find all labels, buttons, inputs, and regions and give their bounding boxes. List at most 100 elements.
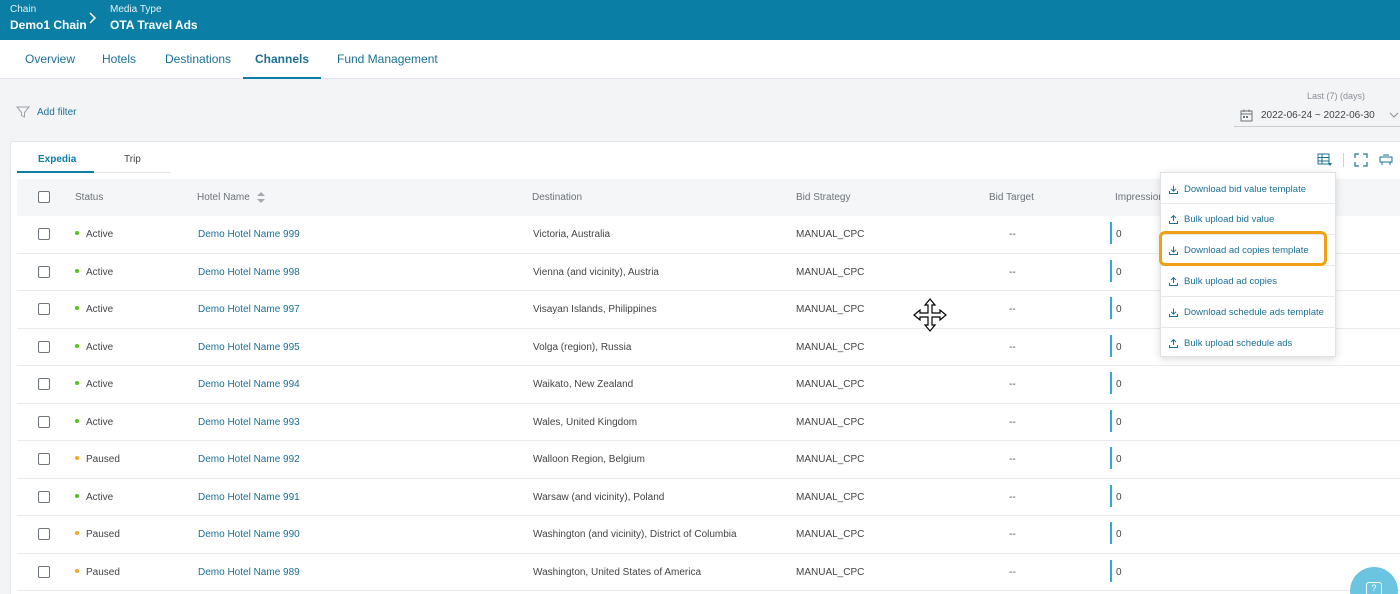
menu-download-schedule-ads-template[interactable]: Download schedule ads template [1161, 297, 1337, 327]
menu-bulk-upload-bid-value[interactable]: Bulk upload bid value [1161, 204, 1337, 234]
top-bar: Chain Demo1 Chain Media Type OTA Travel … [0, 0, 1400, 40]
table-row[interactable]: Paused Demo Hotel Name 990 Washington (and… [17, 516, 1400, 554]
status-label: Active [86, 379, 114, 390]
status-cell: Paused [75, 454, 120, 465]
upload-icon [1169, 338, 1178, 348]
table-row[interactable]: Active Demo Hotel Name 993 Wales, United K… [17, 404, 1400, 441]
status-dot [75, 418, 79, 423]
add-filter-button[interactable]: Add filter [16, 105, 76, 119]
highlight-outline [1159, 231, 1327, 266]
hotel-name-link[interactable]: Demo Hotel Name 991 [198, 492, 300, 503]
row-checkbox[interactable] [38, 340, 50, 353]
chevron-right-icon [89, 11, 97, 27]
row-checkbox[interactable] [38, 565, 50, 578]
bid-strategy-cell: MANUAL_CPC [796, 379, 865, 390]
bid-target-cell: -- [1009, 304, 1016, 315]
row-checkbox[interactable] [38, 453, 50, 465]
hotel-name-link[interactable]: Demo Hotel Name 993 [198, 417, 300, 428]
destination-cell: Vienna (and vicinity), Austria [533, 266, 659, 278]
menu-bulk-upload-ad-copies[interactable]: Bulk upload ad copies [1161, 266, 1337, 296]
row-checkbox[interactable] [38, 490, 50, 503]
hotel-name-link[interactable]: Demo Hotel Name 997 [198, 304, 300, 315]
status-dot [75, 456, 79, 461]
chevron-down-icon [1389, 110, 1399, 121]
add-filter-label: Add filter [37, 106, 77, 118]
bulk-actions-icon[interactable] [1379, 153, 1393, 167]
impressions-cell: 0 [1116, 304, 1122, 315]
menu-item-label: Download bid value template [1184, 183, 1306, 195]
select-all-checkbox[interactable] [38, 191, 50, 203]
tab-overview[interactable]: Overview [25, 40, 75, 79]
column-status: Status [75, 192, 104, 203]
tab-channels[interactable]: Channels [243, 40, 321, 79]
main-nav: Overview Hotels Destinations Channels Fu… [0, 40, 1400, 79]
bid-strategy-cell: MANUAL_CPC [796, 229, 865, 240]
impressions-cell: 0 [1116, 379, 1122, 390]
status-label: Paused [86, 454, 120, 465]
bid-target-cell: -- [1009, 379, 1016, 390]
status-cell: Active [75, 342, 113, 353]
row-checkbox[interactable] [38, 303, 50, 315]
hotel-name-link[interactable]: Demo Hotel Name 989 [198, 567, 300, 578]
status-dot [75, 306, 79, 311]
breadcrumb-chain-value[interactable]: Demo1 Chain [10, 17, 87, 33]
impressions-bar [1110, 222, 1112, 244]
tab-fund-management[interactable]: Fund Management [337, 40, 438, 79]
tab-trip[interactable]: Trip [124, 154, 141, 165]
status-cell: Active [75, 304, 113, 315]
hotel-name-link[interactable]: Demo Hotel Name 998 [198, 267, 300, 278]
tab-destinations[interactable]: Destinations [165, 40, 231, 79]
tab-expedia[interactable]: Expedia [38, 154, 76, 165]
tab-hotels[interactable]: Hotels [102, 40, 136, 79]
destination-cell: Victoria, Australia [533, 229, 611, 240]
impressions-bar [1110, 522, 1112, 544]
bid-target-cell: -- [1009, 491, 1016, 503]
bid-strategy-cell: MANUAL_CPC [796, 266, 865, 278]
table-row[interactable]: Paused Demo Hotel Name 992 Walloon Region,… [17, 441, 1400, 479]
status-cell: Active [75, 379, 113, 390]
breadcrumb-chain-label: Chain [10, 4, 37, 15]
destination-cell: Washington, United States of America [533, 566, 702, 578]
date-range-value: 2022-06-24 ~ 2022-06-30 [1261, 110, 1375, 121]
destination-cell: Visayan Islands, Philippines [533, 304, 657, 315]
table-row[interactable]: Paused Demo Hotel Name 989 Washington, Uni… [17, 554, 1400, 591]
hotel-name-link[interactable]: Demo Hotel Name 990 [198, 529, 300, 540]
hotel-name-link[interactable]: Demo Hotel Name 995 [198, 342, 300, 353]
hotel-name-link[interactable]: Demo Hotel Name 994 [198, 379, 300, 390]
impressions-bar [1110, 484, 1112, 507]
hotel-name-link[interactable]: Demo Hotel Name 992 [198, 454, 300, 465]
menu-download-bid-value-template[interactable]: Download bid value template [1161, 174, 1337, 204]
breadcrumb-media-type[interactable]: Media Type OTA Travel Ads [110, 4, 198, 33]
destination-cell: Walloon Region, Belgium [533, 454, 645, 465]
bid-strategy-cell: MANUAL_CPC [796, 491, 865, 503]
destination-cell: Waikato, New Zealand [533, 379, 634, 390]
breadcrumb-media-type-value[interactable]: OTA Travel Ads [110, 17, 198, 33]
row-checkbox[interactable] [38, 378, 50, 390]
breadcrumb-chain[interactable]: Chain Demo1 Chain [10, 4, 87, 33]
impressions-cell: 0 [1116, 454, 1122, 465]
status-dot [75, 231, 79, 236]
table-settings-icon[interactable] [1317, 153, 1333, 167]
status-dot [75, 268, 79, 273]
row-checkbox[interactable] [38, 528, 50, 540]
impressions-cell: 0 [1116, 266, 1122, 278]
impressions-cell: 0 [1116, 416, 1122, 428]
menu-bulk-upload-schedule-ads[interactable]: Bulk upload schedule ads [1161, 328, 1337, 358]
table-row[interactable]: Active Demo Hotel Name 994 Waikato, New Ze… [17, 366, 1400, 404]
impressions-cell: 0 [1116, 229, 1122, 240]
date-range-picker[interactable]: Last (7) (days) 2022-06-24 ~ 2022-06-30 [1234, 91, 1400, 127]
row-checkbox[interactable] [38, 228, 50, 240]
column-hotel-name[interactable]: Hotel Name [197, 192, 265, 203]
sort-icon[interactable] [256, 192, 265, 203]
table-row[interactable]: Active Demo Hotel Name 991 Warsaw (and vic… [17, 479, 1400, 516]
row-checkbox[interactable] [38, 415, 50, 428]
row-checkbox[interactable] [38, 265, 50, 278]
status-dot [75, 381, 79, 386]
impressions-bar [1110, 372, 1112, 394]
bid-strategy-cell: MANUAL_CPC [796, 566, 865, 578]
impressions-cell: 0 [1116, 491, 1122, 503]
fullscreen-icon[interactable] [1354, 153, 1368, 167]
bid-target-cell: -- [1009, 566, 1016, 578]
hotel-name-link[interactable]: Demo Hotel Name 999 [198, 229, 300, 240]
bid-target-cell: -- [1009, 454, 1016, 465]
